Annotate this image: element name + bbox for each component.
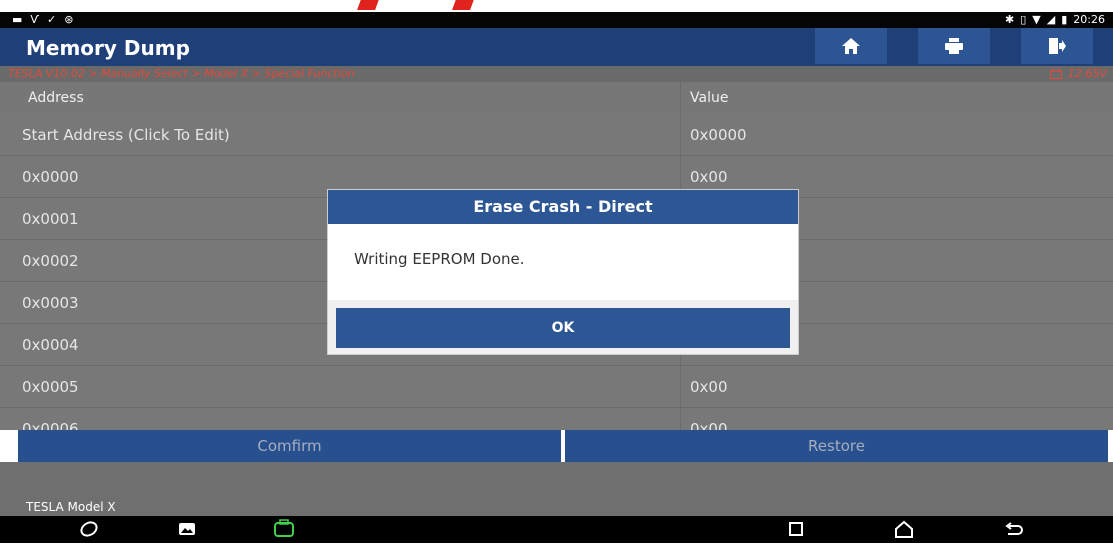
red-mark-left [357,0,381,10]
footer: TESLA Model X [0,462,1113,516]
wifi-icon: ▼ [1032,13,1041,26]
home-icon [842,38,860,54]
dialog-title: Erase Crash - Direct [328,190,798,224]
confirm-button[interactable]: Comfirm [18,430,561,462]
value-cell: 0x00 [690,168,728,186]
voltage-value: 12.65V [1067,67,1107,80]
red-mark-right [452,0,476,10]
address-cell: Start Address (Click To Edit) [22,126,230,144]
browser-icon[interactable] [78,518,100,546]
notification-icon: ▬ [12,13,23,26]
usb-icon: Ѵ [30,13,39,26]
address-cell: 0x0002 [22,252,79,270]
gallery-icon[interactable] [176,518,198,546]
address-cell: 0x0004 [22,336,79,354]
breadcrumb: TESLA V10.02 > Manually Select > Model X… [0,66,1113,82]
table-row[interactable]: Start Address (Click To Edit) 0x0000 [0,114,1113,156]
value-cell: 0x0000 [690,126,747,144]
bluetooth-icon: ✱ [1005,13,1015,26]
vci-icon[interactable] [272,518,296,546]
vibrate-icon: ▯ [1020,13,1027,26]
restore-button[interactable]: Restore [565,430,1108,462]
signal-icon: ◢ [1046,13,1056,26]
address-cell: 0x0001 [22,210,79,228]
address-cell: 0x0003 [22,294,79,312]
android-nav-bar [0,516,1113,543]
vpn-icon: ⊛ [64,13,74,26]
battery-icon: ▮ [1061,13,1068,26]
table-row[interactable]: 0x0005 0x00 [0,366,1113,408]
erase-crash-dialog: Erase Crash - Direct Writing EEPROM Done… [328,190,798,354]
address-cell: 0x0000 [22,168,79,186]
check-icon: ✓ [47,13,57,26]
action-bar: Comfirm Restore [18,430,1108,462]
dialog-footer: OK [328,300,798,354]
ok-button[interactable]: OK [336,308,790,348]
car-battery-icon [1049,68,1062,79]
title-bar: Memory Dump [0,28,1113,66]
home-button[interactable] [815,28,887,64]
exit-button[interactable] [1021,28,1093,64]
exit-icon [1049,38,1066,54]
battery-voltage: 12.65V [1049,67,1107,80]
recents-icon[interactable] [785,518,807,546]
back-icon[interactable] [1003,518,1025,546]
column-address: Address [28,90,84,106]
top-watermark [0,0,1113,12]
print-button[interactable] [918,28,990,64]
clock: 20:26 [1073,13,1105,26]
printer-icon [945,38,963,54]
address-cell: 0x0006 [22,420,79,430]
status-bar: ▬ Ѵ ✓ ⊛ ✱ ▯ ▼ ◢ ▮ 20:26 [0,12,1113,28]
page-title: Memory Dump [26,36,190,60]
value-cell: 0x00 [690,420,728,430]
breadcrumb-path: TESLA V10.02 > Manually Select > Model X… [8,67,355,80]
table-row[interactable]: 0x0006 0x00 [0,408,1113,430]
dialog-message: Writing EEPROM Done. [354,250,525,268]
table-header: Address Value [0,82,1113,114]
column-value: Value [690,90,729,106]
address-cell: 0x0005 [22,378,79,396]
home-nav-icon[interactable] [893,518,915,546]
value-cell: 0x00 [690,378,728,396]
vehicle-label: TESLA Model X [26,500,116,514]
